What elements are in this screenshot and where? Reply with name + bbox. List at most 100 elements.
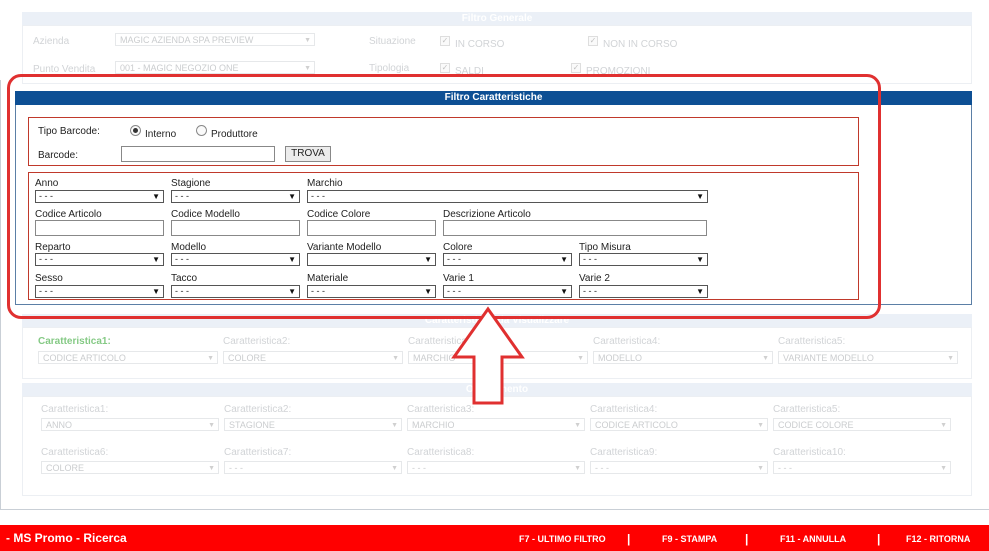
ord-value-3: MARCHIO: [412, 420, 455, 430]
ord-value-10: - - -: [778, 463, 792, 473]
chevron-down-icon: ▼: [560, 255, 568, 264]
radio-produttore[interactable]: [196, 125, 207, 136]
colore-value: - - -: [447, 254, 461, 264]
sesso-select[interactable]: - - - ▼: [35, 285, 164, 298]
varie1-select[interactable]: - - - ▼: [443, 285, 572, 298]
chevron-down-icon: ▼: [152, 255, 160, 264]
chevron-down-icon: ▼: [288, 287, 296, 296]
stagione-label: Stagione: [171, 178, 211, 189]
chevron-down-icon: ▼: [208, 422, 215, 429]
variante-modello-select[interactable]: ▼: [307, 253, 436, 266]
ord-label-2: Caratteristica2:: [224, 404, 292, 415]
chevron-down-icon: ▼: [940, 465, 947, 472]
footer-bar: - MS Promo - Ricerca F7 - ULTIMO FILTRO …: [0, 525, 989, 551]
f11-annulla-button[interactable]: F11 - ANNULLA: [780, 534, 846, 544]
colore-select[interactable]: - - - ▼: [443, 253, 572, 266]
ord-label-8: Caratteristica8:: [407, 447, 475, 458]
f12-ritorna-button[interactable]: F12 - RITORNA: [906, 534, 970, 544]
ord-select-1[interactable]: ANNO ▼: [41, 418, 219, 431]
tipo-barcode-label: Tipo Barcode:: [38, 126, 100, 137]
modello-value: - - -: [175, 254, 189, 264]
tacco-value: - - -: [175, 286, 189, 296]
sesso-value: - - -: [39, 286, 53, 296]
descrizione-articolo-input[interactable]: [443, 220, 707, 236]
reparto-select[interactable]: - - - ▼: [35, 253, 164, 266]
ord-label-7: Caratteristica7:: [224, 447, 292, 458]
materiale-label: Materiale: [307, 273, 349, 284]
materiale-value: - - -: [311, 286, 325, 296]
ord-value-1: ANNO: [46, 420, 73, 430]
chevron-down-icon: ▼: [560, 287, 568, 296]
chevron-down-icon: ▼: [152, 287, 160, 296]
varie1-value: - - -: [447, 286, 461, 296]
marchio-select[interactable]: - - - ▼: [307, 190, 708, 203]
f9-stampa-button[interactable]: F9 - STAMPA: [662, 534, 717, 544]
chevron-down-icon: ▼: [574, 465, 581, 472]
ord-select-5[interactable]: CODICE COLORE ▼: [773, 418, 951, 431]
chevron-down-icon: ▼: [424, 287, 432, 296]
anno-value: - - -: [39, 191, 53, 201]
tipo-misura-select[interactable]: - - - ▼: [579, 253, 708, 266]
colore-label: Colore: [443, 242, 473, 253]
modello-label: Modello: [171, 242, 207, 253]
chevron-down-icon: ▼: [424, 255, 432, 264]
tipo-misura-label: Tipo Misura: [579, 242, 631, 253]
varie2-value: - - -: [583, 286, 597, 296]
ord-select-6[interactable]: COLORE ▼: [41, 461, 219, 474]
codice-modello-label: Codice Modello: [171, 209, 240, 220]
footer-separator: |: [627, 532, 631, 546]
tacco-select[interactable]: - - - ▼: [171, 285, 300, 298]
ord-select-2[interactable]: STAGIONE ▼: [224, 418, 402, 431]
radio-produttore-label: Produttore: [211, 129, 258, 140]
anno-select[interactable]: - - - ▼: [35, 190, 164, 203]
codice-modello-input[interactable]: [171, 220, 300, 236]
ord-select-3[interactable]: MARCHIO ▼: [407, 418, 585, 431]
ord-label-1: Caratteristica1:: [41, 404, 109, 415]
filtro-caratteristiche-title: Filtro Caratteristiche: [15, 91, 972, 105]
ord-select-7[interactable]: - - - ▼: [224, 461, 402, 474]
chevron-down-icon: ▼: [288, 192, 296, 201]
ord-select-8[interactable]: - - - ▼: [407, 461, 585, 474]
chevron-down-icon: ▼: [696, 255, 704, 264]
varie2-label: Varie 2: [579, 273, 610, 284]
tipo-misura-value: - - -: [583, 254, 597, 264]
radio-interno[interactable]: [130, 125, 141, 136]
trova-button[interactable]: TROVA: [285, 146, 331, 162]
ord-label-10: Caratteristica10:: [773, 447, 846, 458]
chevron-down-icon: ▼: [757, 465, 764, 472]
ord-select-4[interactable]: CODICE ARTICOLO ▼: [590, 418, 768, 431]
sesso-label: Sesso: [35, 273, 63, 284]
ord-value-9: - - -: [595, 463, 609, 473]
footer-separator: |: [877, 532, 881, 546]
ord-value-4: CODICE ARTICOLO: [595, 420, 678, 430]
tacco-label: Tacco: [171, 273, 198, 284]
ord-value-7: - - -: [229, 463, 243, 473]
varie1-label: Varie 1: [443, 273, 474, 284]
chevron-down-icon: ▼: [288, 255, 296, 264]
stagione-value: - - -: [175, 191, 189, 201]
varie2-select[interactable]: - - - ▼: [579, 285, 708, 298]
ord-select-9[interactable]: - - - ▼: [590, 461, 768, 474]
modello-select[interactable]: - - - ▼: [171, 253, 300, 266]
page-bottom-line: [0, 509, 989, 510]
chevron-down-icon: ▼: [696, 192, 704, 201]
chevron-down-icon: ▼: [757, 422, 764, 429]
chevron-down-icon: ▼: [208, 465, 215, 472]
codice-colore-label: Codice Colore: [307, 209, 371, 220]
materiale-select[interactable]: - - - ▼: [307, 285, 436, 298]
chevron-down-icon: ▼: [391, 465, 398, 472]
page-frame: [0, 80, 1, 510]
marchio-value: - - -: [311, 191, 325, 201]
codice-colore-input[interactable]: [307, 220, 436, 236]
variante-modello-label: Variante Modello: [307, 242, 382, 253]
codice-articolo-input[interactable]: [35, 220, 164, 236]
ord-select-10[interactable]: - - - ▼: [773, 461, 951, 474]
barcode-input[interactable]: [121, 146, 275, 162]
ord-value-8: - - -: [412, 463, 426, 473]
footer-separator: |: [745, 532, 749, 546]
f7-ultimo-filtro-button[interactable]: F7 - ULTIMO FILTRO: [519, 534, 606, 544]
ord-label-5: Caratteristica5:: [773, 404, 841, 415]
stagione-select[interactable]: - - - ▼: [171, 190, 300, 203]
radio-interno-label: Interno: [145, 129, 177, 140]
chevron-down-icon: ▼: [940, 422, 947, 429]
